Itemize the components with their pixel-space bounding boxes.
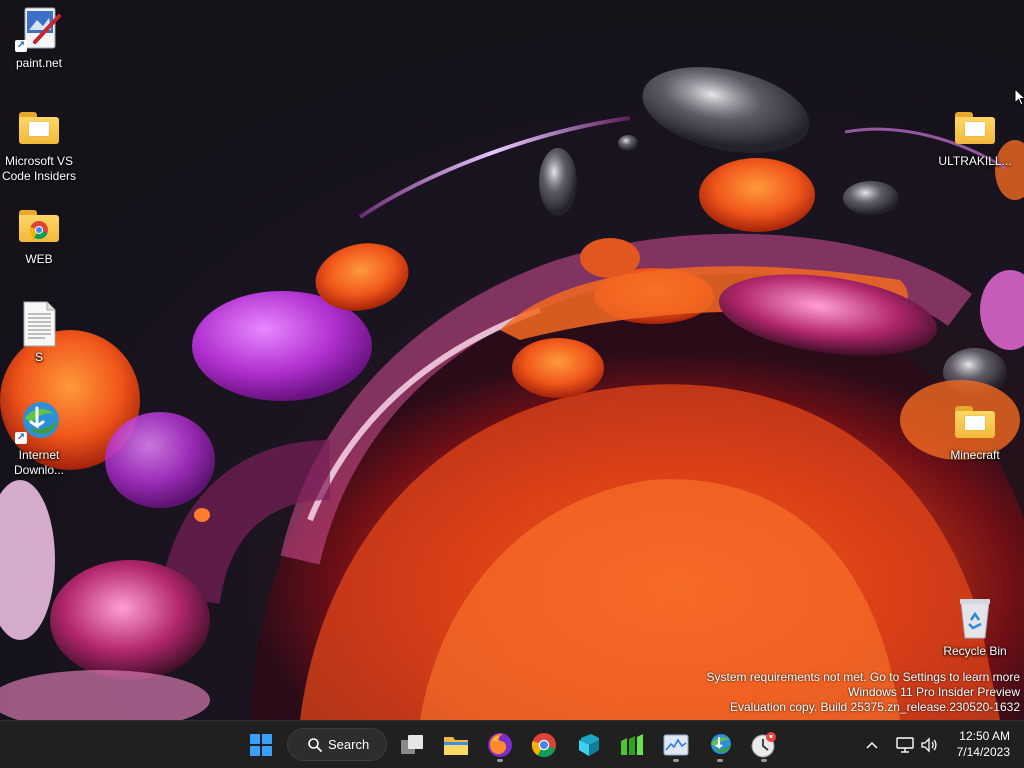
speaker-icon	[921, 737, 937, 753]
network-icon	[896, 737, 914, 753]
desktop-icon-label: Recycle Bin	[943, 644, 1007, 658]
app-icon-cube	[579, 734, 599, 756]
task-view-button[interactable]	[394, 727, 430, 763]
running-indicator	[717, 759, 723, 762]
folder-icon	[15, 104, 63, 152]
clock-date: 7/14/2023	[956, 745, 1010, 759]
taskbar-search-box[interactable]: Search	[287, 728, 387, 761]
paint-net-icon: ↗	[15, 6, 63, 54]
task-manager-icon	[663, 734, 689, 756]
task-view-icon	[401, 735, 423, 754]
running-indicator	[497, 759, 503, 762]
internet-download-manager-icon	[711, 734, 731, 754]
internet-download-manager-icon: ↗	[15, 398, 63, 446]
mouse-cursor-icon	[1014, 87, 1024, 111]
desktop-icon-label: ULTRAKILL...	[938, 154, 1012, 168]
windows-watermark: System requirements not met. Go to Setti…	[707, 670, 1020, 715]
desktop-icon-internet-download-manager[interactable]: ↗ Internet Downlo...	[0, 398, 79, 478]
text-document-icon	[15, 300, 63, 348]
desktop-icon-label: Microsoft VS Code Insiders	[1, 154, 77, 183]
shortcut-arrow-icon: ↗	[15, 432, 27, 444]
green-chart-app-button[interactable]	[614, 727, 650, 763]
desktop-icon-label: S	[34, 350, 43, 364]
chrome-icon	[531, 733, 556, 758]
desktop-icon-minecraft[interactable]: Minecraft	[935, 398, 1015, 463]
desktop-icon-ultrakill[interactable]: ULTRAKILL...	[935, 104, 1015, 169]
search-icon	[308, 737, 322, 752]
desktop-wallpaper	[0, 0, 1024, 720]
firefox-icon	[488, 733, 512, 757]
clock-app-icon	[751, 732, 776, 758]
chevron-up-icon	[866, 741, 878, 749]
clock-app-button[interactable]	[746, 727, 782, 763]
running-indicator	[761, 759, 767, 762]
start-button[interactable]	[243, 727, 279, 763]
app-icon-green-chart	[621, 734, 643, 755]
clock-time: 12:50 AM	[959, 729, 1010, 743]
file-explorer-button[interactable]	[438, 727, 474, 763]
folder-chrome-icon	[15, 202, 63, 250]
watermark-line-build: Evaluation copy. Build 25375.zn_release.…	[730, 700, 1020, 714]
watermark-line-edition: Windows 11 Pro Insider Preview	[848, 685, 1020, 699]
chrome-button[interactable]	[526, 727, 562, 763]
desktop-icon-recycle-bin[interactable]: Recycle Bin	[935, 594, 1015, 659]
folder-icon	[951, 104, 999, 152]
desktop-icon-s[interactable]: S	[0, 300, 79, 365]
watermark-line-requirements: System requirements not met. Go to Setti…	[706, 670, 1020, 684]
desktop-icon-label: WEB	[25, 252, 53, 266]
cube-app-button[interactable]	[570, 727, 606, 763]
running-indicator	[673, 759, 679, 762]
desktop-icon-label: Internet Downlo...	[13, 448, 65, 477]
show-hidden-icons-button[interactable]	[858, 727, 886, 763]
network-button[interactable]	[892, 727, 918, 763]
file-explorer-icon	[444, 737, 468, 755]
start-icon	[250, 734, 272, 756]
taskbar: Search 12:50 AM 7/14/2023	[0, 720, 1024, 768]
taskbar-clock[interactable]: 12:50 AM 7/14/2023	[957, 728, 1010, 760]
internet-download-manager-button[interactable]	[702, 727, 738, 763]
task-manager-button[interactable]	[658, 727, 694, 763]
recycle-bin-icon	[951, 594, 999, 642]
desktop-icon-label: paint.net	[15, 56, 63, 70]
desktop-icon-web[interactable]: WEB	[0, 202, 79, 267]
shortcut-arrow-icon: ↗	[15, 40, 27, 52]
volume-button[interactable]	[916, 727, 942, 763]
folder-icon	[951, 398, 999, 446]
search-label: Search	[328, 737, 370, 752]
firefox-button[interactable]	[482, 727, 518, 763]
desktop-icon-paint-net[interactable]: ↗ paint.net	[0, 6, 79, 71]
desktop-icon-label: Minecraft	[950, 448, 1000, 462]
desktop-icon-vscode-insiders[interactable]: Microsoft VS Code Insiders	[0, 104, 79, 184]
